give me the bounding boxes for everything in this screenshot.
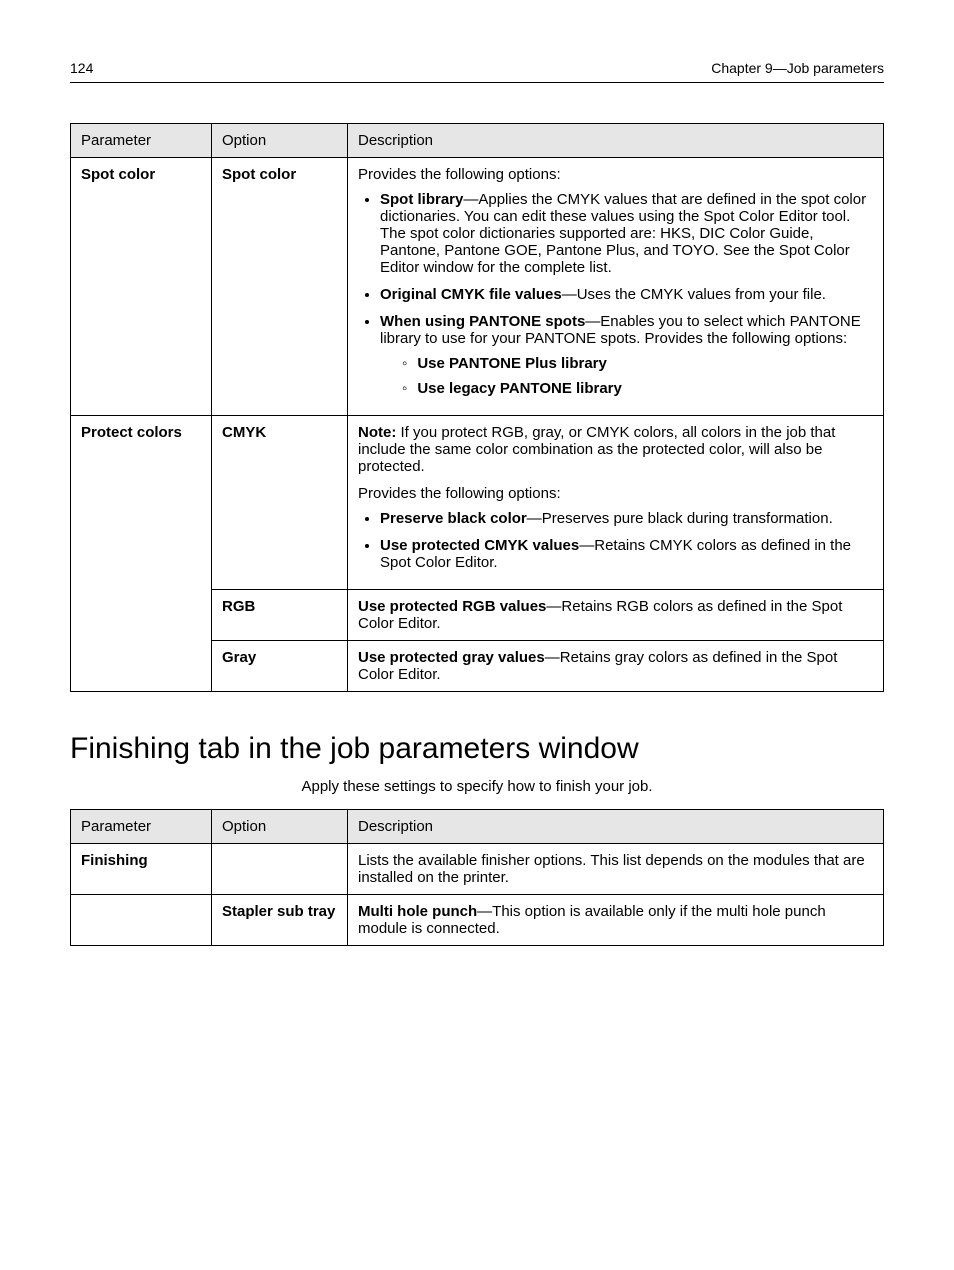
- note-label: Note:: [358, 424, 396, 441]
- cell-option: CMYK: [212, 416, 348, 590]
- item-bold: Use protected RGB values: [358, 598, 546, 615]
- sub-list: Use PANTONE Plus library Use legacy PANT…: [380, 355, 873, 397]
- item-bold: Use protected CMYK values: [380, 537, 579, 554]
- col-header-parameter: Parameter: [71, 124, 212, 158]
- table-row: Protect colors CMYK Note: If you protect…: [71, 416, 884, 590]
- cell-option: RGB: [212, 590, 348, 641]
- cell-param: Protect colors: [71, 416, 212, 692]
- list-item: When using PANTONE spots—Enables you to …: [380, 313, 873, 397]
- col-header-description: Description: [348, 810, 884, 844]
- option-list: Spot library—Applies the CMYK values tha…: [358, 191, 873, 397]
- parameters-table-2: Parameter Option Description Finishing L…: [70, 809, 884, 946]
- item-bold: Spot library: [380, 191, 463, 208]
- list-item: Use PANTONE Plus library: [402, 355, 873, 372]
- item-bold: Use protected gray values: [358, 649, 545, 666]
- list-item: Spot library—Applies the CMYK values tha…: [380, 191, 873, 276]
- col-header-option: Option: [212, 810, 348, 844]
- section-subtitle: Apply these settings to specify how to f…: [70, 778, 884, 795]
- cell-description: Note: If you protect RGB, gray, or CMYK …: [348, 416, 884, 590]
- item-bold: When using PANTONE spots: [380, 313, 585, 330]
- cell-description: Lists the available finisher options. Th…: [348, 844, 884, 895]
- section-heading: Finishing tab in the job parameters wind…: [70, 732, 884, 766]
- note: Note: If you protect RGB, gray, or CMYK …: [358, 424, 873, 475]
- cell-description: Use protected gray values—Retains gray c…: [348, 641, 884, 692]
- item-bold: Preserve black color: [380, 510, 527, 527]
- chapter-label: Chapter 9—Job parameters: [711, 60, 884, 76]
- option-list: Preserve black color—Preserves pure blac…: [358, 510, 873, 571]
- page-number: 124: [70, 60, 93, 76]
- cell-description: Multi hole punch—This option is availabl…: [348, 895, 884, 946]
- lead-text: Provides the following options:: [358, 485, 873, 502]
- table-row: Spot color Spot color Provides the follo…: [71, 158, 884, 416]
- cell-param: Spot color: [71, 158, 212, 416]
- sub-item: Use PANTONE Plus library: [417, 355, 607, 372]
- table-row: Stapler sub tray Multi hole punch—This o…: [71, 895, 884, 946]
- cell-param: Finishing: [71, 844, 212, 895]
- lead-text: Provides the following options:: [358, 166, 561, 183]
- item-bold: Original CMYK file values: [380, 286, 562, 303]
- col-header-description: Description: [348, 124, 884, 158]
- col-header-parameter: Parameter: [71, 810, 212, 844]
- item-bold: Multi hole punch: [358, 903, 477, 920]
- cell-option: Gray: [212, 641, 348, 692]
- list-item: Use protected CMYK values—Retains CMYK c…: [380, 537, 873, 571]
- list-item: Preserve black color—Preserves pure blac…: [380, 510, 873, 527]
- cell-description: Use protected RGB values—Retains RGB col…: [348, 590, 884, 641]
- cell-option: Stapler sub tray: [212, 895, 348, 946]
- parameters-table-1: Parameter Option Description Spot color …: [70, 123, 884, 692]
- table-row: Finishing Lists the available finisher o…: [71, 844, 884, 895]
- sub-item: Use legacy PANTONE library: [417, 380, 622, 397]
- cell-description: Provides the following options: Spot lib…: [348, 158, 884, 416]
- item-rest: —Uses the CMYK values from your file.: [562, 286, 826, 303]
- col-header-option: Option: [212, 124, 348, 158]
- cell-param: [71, 895, 212, 946]
- cell-option: [212, 844, 348, 895]
- list-item: Original CMYK file values—Uses the CMYK …: [380, 286, 873, 303]
- note-rest: If you protect RGB, gray, or CMYK colors…: [358, 424, 835, 475]
- page-header: 124 Chapter 9—Job parameters: [70, 60, 884, 83]
- cell-option: Spot color: [212, 158, 348, 416]
- item-rest: —Preserves pure black during transformat…: [527, 510, 833, 527]
- list-item: Use legacy PANTONE library: [402, 380, 873, 397]
